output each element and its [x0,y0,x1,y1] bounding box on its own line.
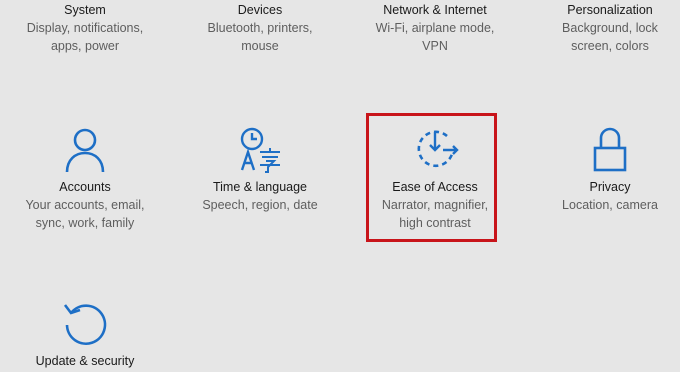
tile-description: Location, camera [562,198,658,212]
tile-description: Speech, region, date [202,198,318,212]
tile-title: Devices [237,3,283,17]
tile-description: Narrator, magnifier, high contrast [381,198,489,230]
settings-tile-ease-of-access[interactable]: Ease of Access Narrator, magnifier, high… [365,126,505,232]
clock-language-icon [190,126,330,174]
refresh-icon [15,301,155,349]
tile-title: System [64,3,106,17]
settings-tile-update-security[interactable]: Update & security [15,301,155,370]
settings-tile-system[interactable]: System Display, notifications, apps, pow… [15,2,155,55]
settings-tile-personalization[interactable]: Personalization Background, lock screen,… [540,2,680,55]
tile-description: Your accounts, email, sync, work, family [25,198,145,230]
settings-tile-time-language[interactable]: Time & language Speech, region, date [190,126,330,214]
settings-tile-devices[interactable]: Devices Bluetooth, printers, mouse [190,2,330,55]
tile-title: Update & security [35,354,135,368]
settings-tile-accounts[interactable]: Accounts Your accounts, email, sync, wor… [15,126,155,232]
settings-tile-privacy[interactable]: Privacy Location, camera [540,126,680,214]
tile-description: Display, notifications, apps, power [26,21,144,53]
tile-title: Privacy [589,180,631,194]
lock-icon [540,126,680,174]
ease-of-access-icon [365,126,505,174]
tile-title: Ease of Access [392,180,478,194]
tile-title: Personalization [567,3,653,17]
person-icon [15,126,155,174]
tile-title: Time & language [212,180,308,194]
tile-description: Background, lock screen, colors [562,21,658,53]
tile-title: Accounts [59,180,111,194]
tile-description: Wi-Fi, airplane mode, VPN [375,21,495,53]
tile-title: Network & Internet [383,3,487,17]
settings-tile-network[interactable]: Network & Internet Wi-Fi, airplane mode,… [365,2,505,55]
tile-description: Bluetooth, printers, mouse [207,21,313,53]
